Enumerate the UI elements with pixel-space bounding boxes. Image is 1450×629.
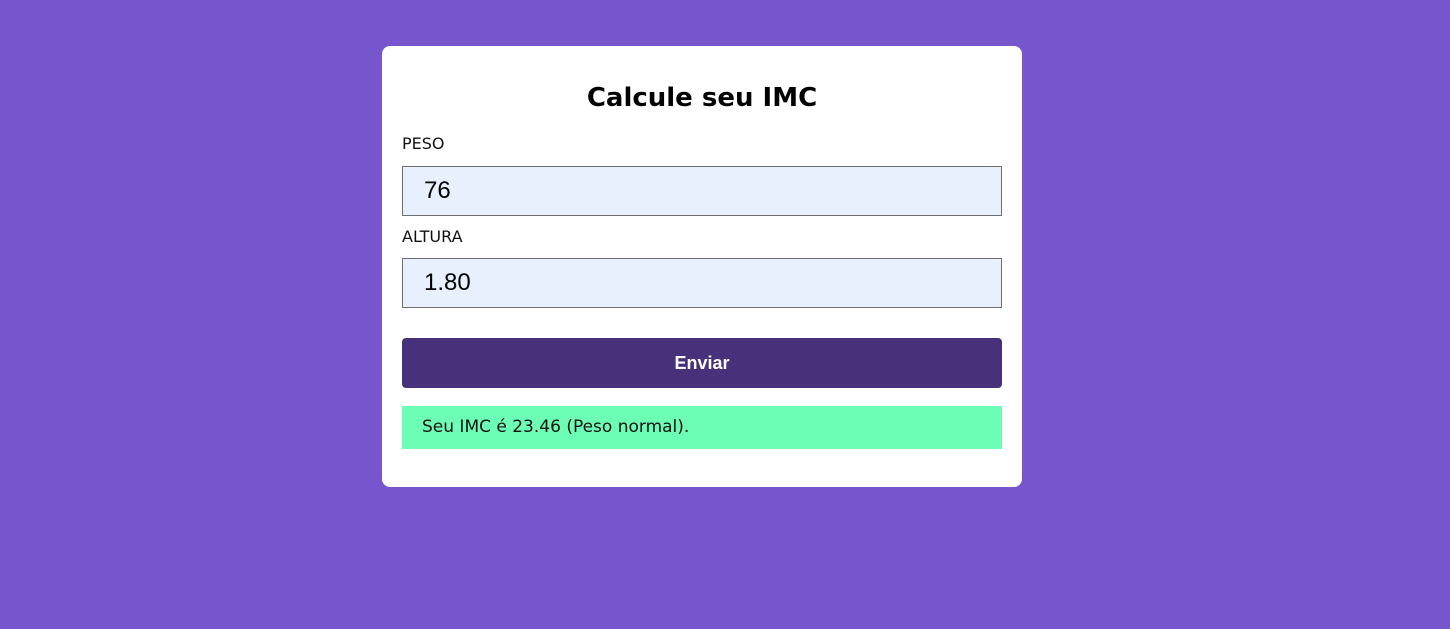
- page-title: Calcule seu IMC: [586, 83, 818, 113]
- altura-label: ALTURA: [402, 227, 463, 246]
- peso-label: PESO: [402, 134, 445, 153]
- enviar-button[interactable]: Enviar: [402, 338, 1002, 388]
- imc-form-card: Calcule seu IMC PESO ALTURA Enviar Seu I…: [382, 46, 1022, 487]
- altura-input[interactable]: [402, 258, 1002, 308]
- imc-result-message: Seu IMC é 23.46 (Peso normal).: [402, 406, 1002, 449]
- peso-input[interactable]: [402, 166, 1002, 216]
